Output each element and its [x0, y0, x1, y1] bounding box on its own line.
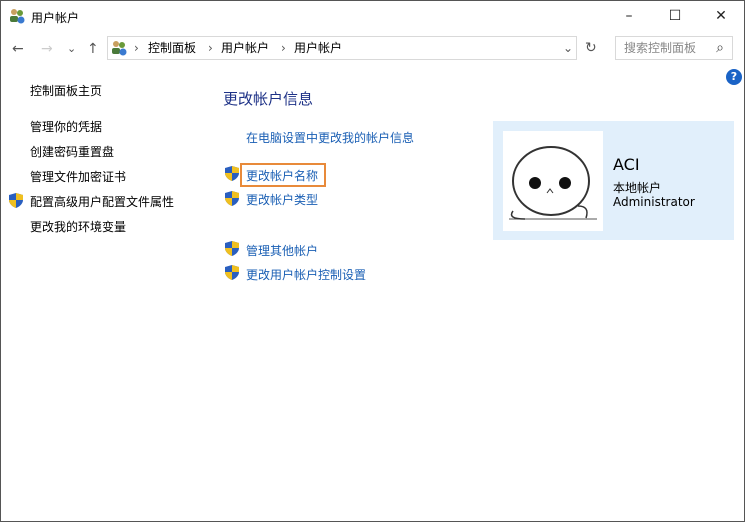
sidebar-item-control-panel-home[interactable]: 控制面板主页 — [30, 82, 102, 99]
minimize-button[interactable]: – — [606, 1, 652, 31]
forward-button[interactable]: → — [41, 37, 53, 61]
maximize-button[interactable]: ☐ — [652, 1, 698, 31]
title-bar: 用户帐户 – ☐ ✕ — [1, 1, 745, 31]
breadcrumb-control-panel[interactable]: 控制面板 — [148, 37, 196, 59]
avatar — [503, 131, 603, 231]
change-account-name-link[interactable]: 更改帐户名称 — [246, 167, 318, 184]
close-button[interactable]: ✕ — [698, 1, 744, 31]
account-role: Administrator — [613, 195, 695, 209]
refresh-button[interactable]: ↻ — [585, 36, 597, 60]
help-button[interactable]: ? — [726, 69, 742, 85]
shield-icon — [225, 265, 239, 280]
breadcrumb-separator: › — [134, 41, 139, 55]
pc-settings-link[interactable]: 在电脑设置中更改我的帐户信息 — [246, 129, 414, 146]
users-icon — [112, 41, 127, 56]
account-card: ACI 本地帐户 Administrator — [493, 121, 734, 240]
sidebar-item-environment-variables[interactable]: 更改我的环境变量 — [30, 218, 126, 235]
back-button[interactable]: ← — [12, 37, 24, 61]
change-account-type-link[interactable]: 更改帐户类型 — [246, 191, 318, 208]
breadcrumb-user-accounts-current[interactable]: 用户帐户 — [294, 37, 342, 59]
users-icon — [10, 9, 25, 24]
search-placeholder: 搜索控制面板 — [624, 41, 697, 55]
sidebar-item-password-reset-disk[interactable]: 创建密码重置盘 — [30, 143, 114, 160]
shield-icon — [9, 193, 23, 208]
shield-icon — [225, 166, 239, 181]
recent-locations-button[interactable]: ⌄ — [67, 37, 76, 61]
shield-icon — [225, 241, 239, 256]
sidebar-item-manage-credentials[interactable]: 管理你的凭据 — [30, 118, 102, 135]
search-input[interactable]: 搜索控制面板 ⌕ — [615, 36, 733, 60]
manage-other-accounts-link[interactable]: 管理其他帐户 — [246, 242, 318, 259]
sidebar-item-file-encryption[interactable]: 管理文件加密证书 — [30, 168, 126, 185]
search-icon: ⌕ — [716, 40, 724, 56]
breadcrumb-separator: › — [208, 41, 213, 55]
account-type: 本地帐户 — [613, 181, 662, 195]
window-title: 用户帐户 — [31, 11, 80, 25]
up-button[interactable]: ↑ — [87, 37, 99, 61]
uac-settings-link[interactable]: 更改用户帐户控制设置 — [246, 266, 366, 283]
breadcrumb-separator: › — [281, 41, 286, 55]
page-title: 更改帐户信息 — [223, 90, 314, 108]
breadcrumb-user-accounts[interactable]: 用户帐户 — [221, 37, 269, 59]
shield-icon — [225, 191, 239, 206]
sidebar-item-advanced-profile[interactable]: 配置高级用户配置文件属性 — [30, 193, 174, 210]
address-dropdown-button[interactable]: ⌄ — [563, 37, 573, 59]
account-name: ACI — [613, 155, 640, 174]
address-bar[interactable]: › 控制面板 › 用户帐户 › 用户帐户 ⌄ — [107, 36, 577, 60]
